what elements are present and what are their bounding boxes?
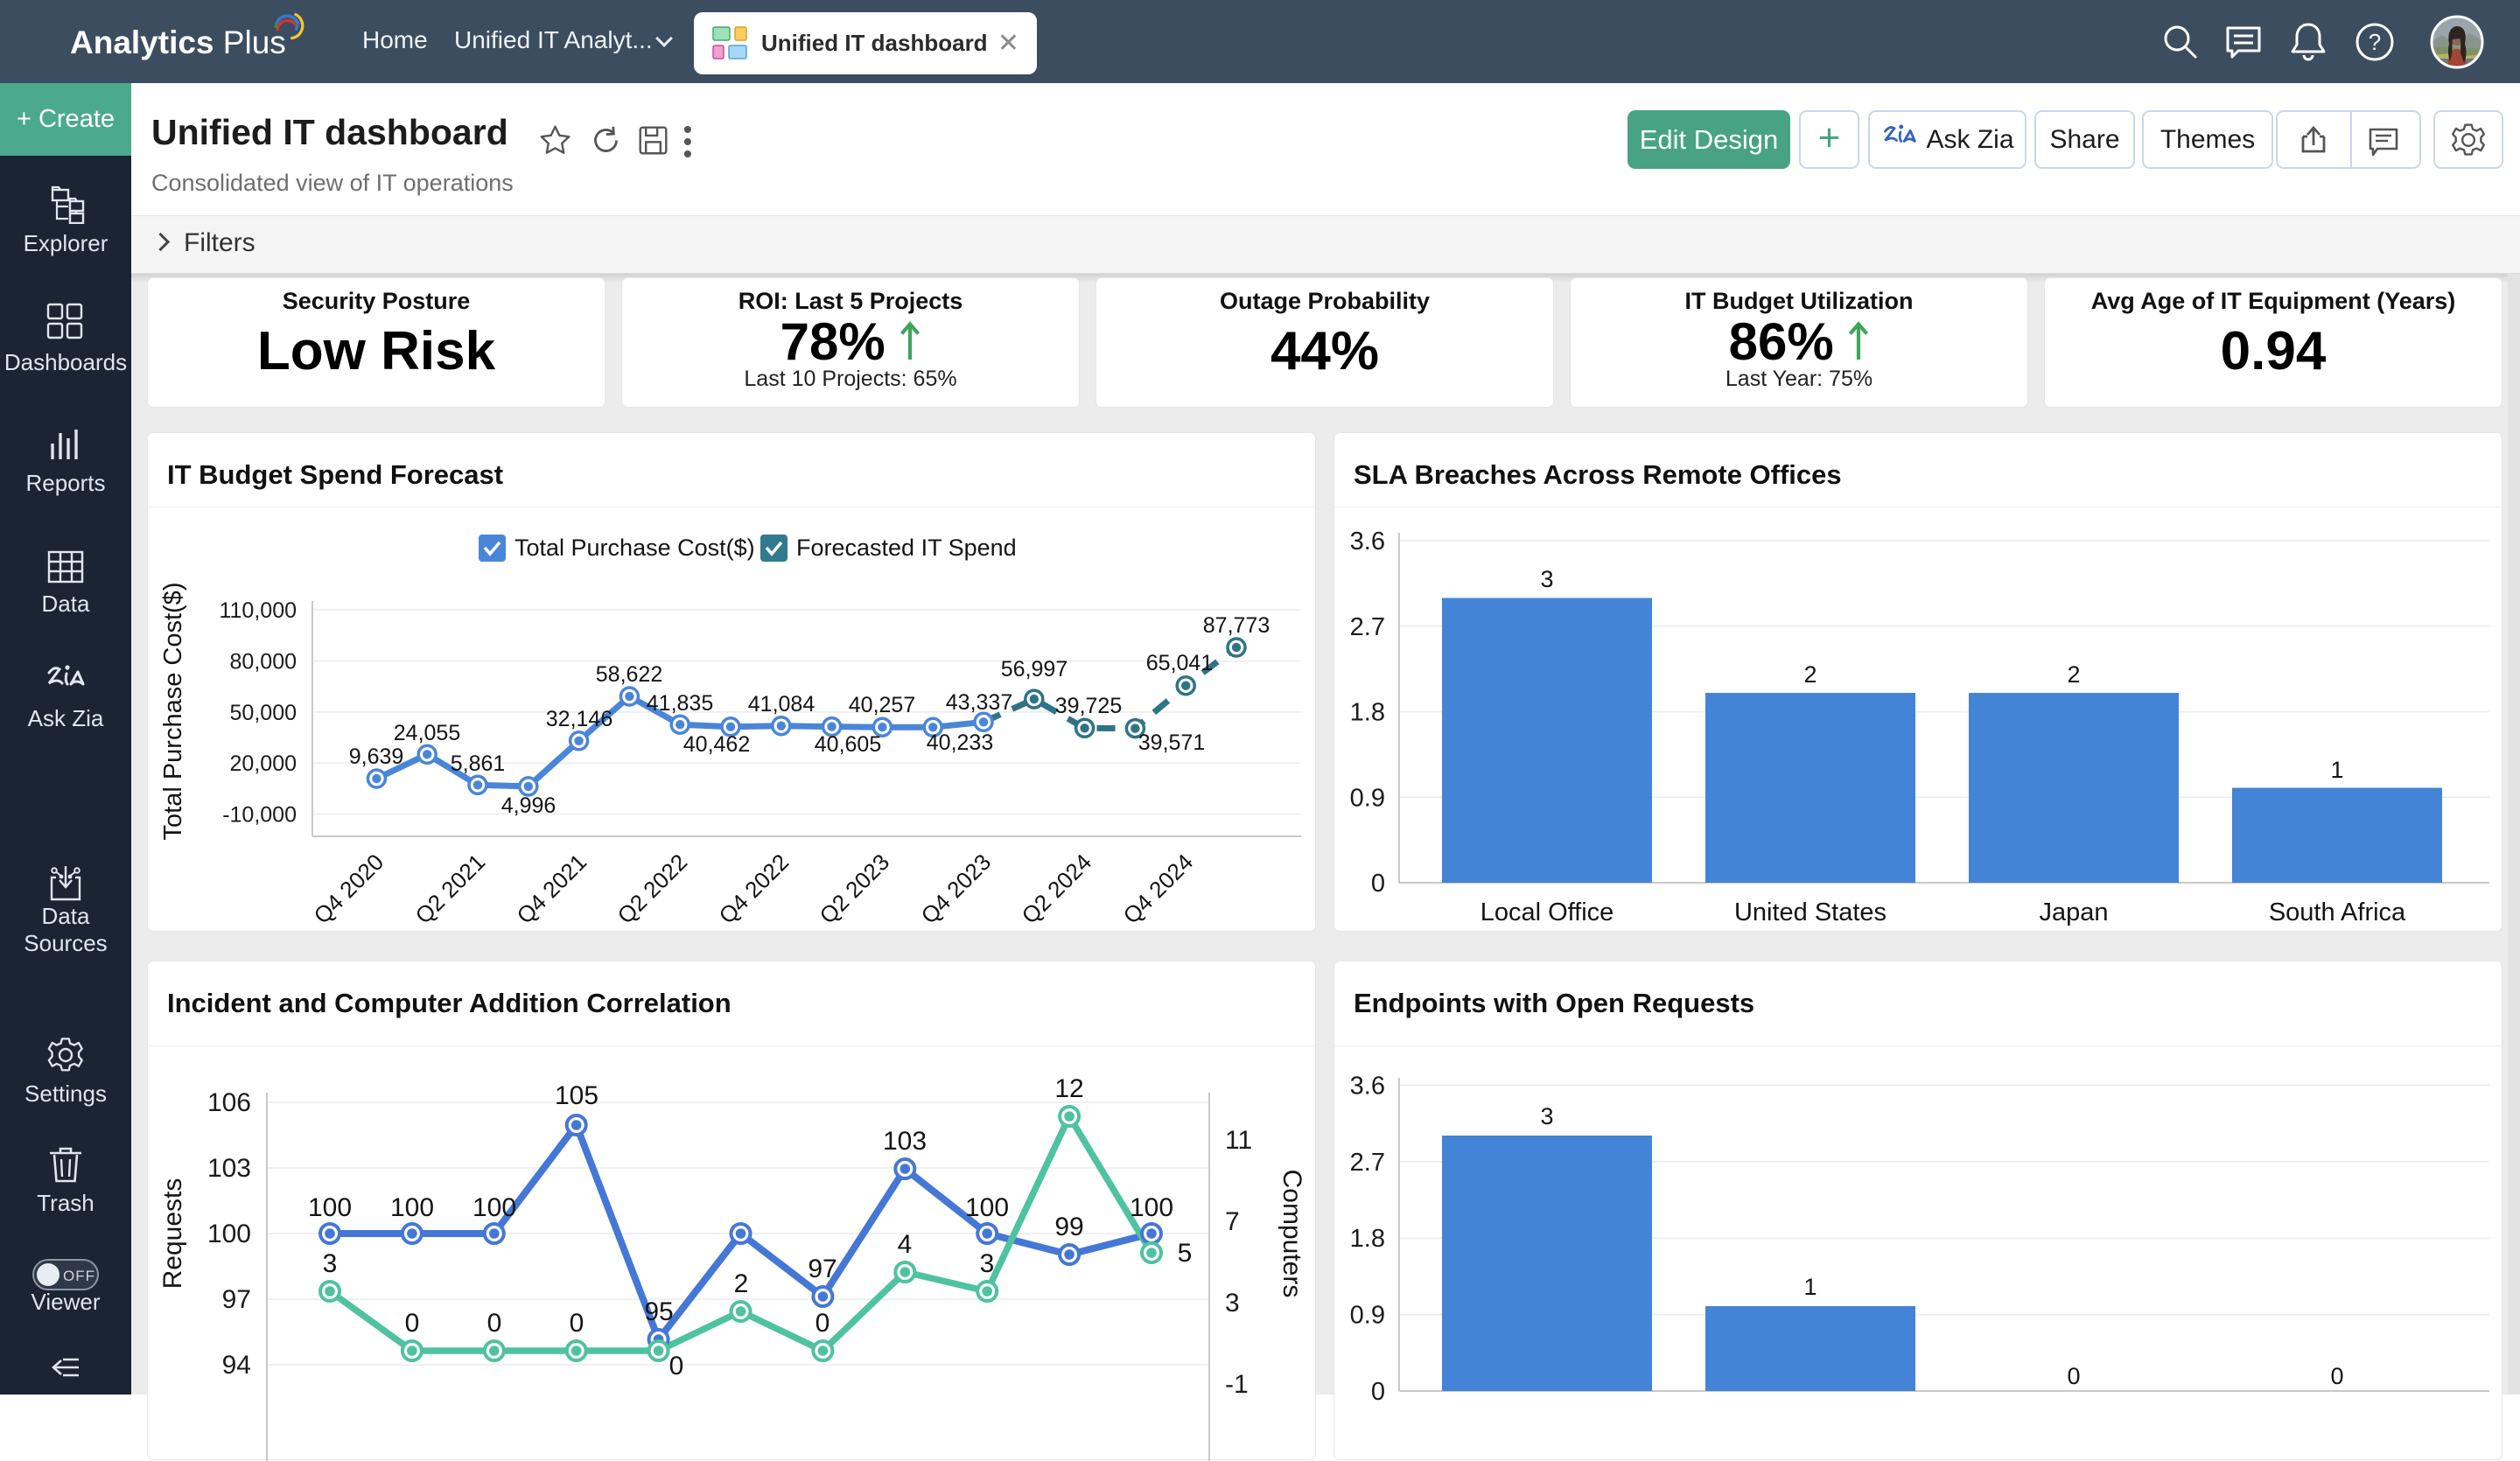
svg-text:Requests: Requests (158, 1178, 187, 1290)
svg-text:20,000: 20,000 (230, 751, 297, 776)
svg-text:1: 1 (2330, 757, 2343, 783)
svg-text:Q2 2021: Q2 2021 (410, 849, 490, 929)
svg-text:41,835: 41,835 (647, 691, 713, 716)
svg-text:99: 99 (1054, 1213, 1083, 1241)
svg-text:80,000: 80,000 (230, 650, 297, 675)
svg-text:97: 97 (808, 1255, 836, 1283)
svg-text:0: 0 (570, 1309, 584, 1338)
svg-text:Q4 2020: Q4 2020 (308, 849, 388, 929)
svg-text:0: 0 (487, 1309, 502, 1338)
svg-text:Forecasted IT Spend: Forecasted IT Spend (796, 535, 1017, 561)
svg-text:Q2 2023: Q2 2023 (814, 849, 894, 929)
svg-text:Japan: Japan (2039, 898, 2108, 926)
svg-text:40,462: 40,462 (683, 732, 750, 757)
svg-text:0: 0 (2067, 1363, 2080, 1389)
svg-text:Q2 2022: Q2 2022 (612, 849, 692, 929)
svg-text:0: 0 (2330, 1363, 2343, 1389)
svg-text:3: 3 (980, 1249, 995, 1278)
svg-text:58,622: 58,622 (596, 662, 662, 687)
svg-text:5,861: 5,861 (451, 751, 506, 776)
svg-text:?: ? (2369, 29, 2381, 55)
svg-text:0: 0 (816, 1309, 830, 1338)
svg-text:100: 100 (390, 1193, 434, 1222)
svg-text:United States: United States (1734, 898, 1886, 926)
svg-text:87,773: 87,773 (1203, 613, 1270, 638)
svg-text:0: 0 (1371, 1378, 1385, 1406)
svg-text:0: 0 (405, 1309, 420, 1338)
svg-text:9,639: 9,639 (349, 744, 404, 769)
svg-text:Q4 2024: Q4 2024 (1117, 849, 1198, 929)
svg-text:40,257: 40,257 (849, 693, 915, 717)
svg-text:100: 100 (308, 1193, 352, 1222)
svg-text:1.8: 1.8 (1350, 699, 1385, 727)
svg-text:-10,000: -10,000 (222, 803, 297, 828)
svg-text:4: 4 (898, 1230, 913, 1259)
svg-text:Total Purchase Cost($): Total Purchase Cost($) (159, 583, 187, 841)
svg-text:110,000: 110,000 (219, 598, 297, 623)
svg-text:Local Office: Local Office (1480, 898, 1614, 926)
svg-text:1.8: 1.8 (1350, 1225, 1385, 1253)
svg-text:5: 5 (1178, 1239, 1193, 1268)
svg-text:3.6: 3.6 (1350, 528, 1385, 556)
svg-text:4,996: 4,996 (501, 793, 556, 818)
svg-text:94: 94 (222, 1351, 251, 1380)
svg-text:Computers: Computers (1278, 1170, 1306, 1298)
svg-text:2: 2 (2067, 661, 2080, 688)
svg-text:7: 7 (1225, 1207, 1240, 1236)
svg-text:Q2 2024: Q2 2024 (1016, 849, 1096, 929)
svg-text:56,997: 56,997 (1001, 657, 1068, 682)
svg-text:43,337: 43,337 (946, 690, 1012, 715)
svg-text:24,055: 24,055 (394, 721, 460, 745)
svg-text:0: 0 (1371, 870, 1385, 898)
svg-text:39,725: 39,725 (1055, 694, 1122, 718)
svg-text:3: 3 (323, 1249, 338, 1278)
svg-text:-1: -1 (1225, 1370, 1249, 1399)
svg-text:65,041: 65,041 (1146, 651, 1213, 675)
svg-text:2: 2 (734, 1269, 749, 1298)
svg-text:Total Purchase Cost($): Total Purchase Cost($) (514, 535, 755, 561)
svg-text:3: 3 (1225, 1289, 1240, 1318)
svg-text:100: 100 (1130, 1193, 1173, 1222)
svg-text:95: 95 (644, 1297, 673, 1326)
svg-text:0.9: 0.9 (1350, 784, 1385, 812)
svg-text:100: 100 (207, 1220, 251, 1248)
svg-text:103: 103 (883, 1127, 927, 1156)
svg-text:2: 2 (1803, 661, 1816, 688)
svg-text:39,571: 39,571 (1138, 730, 1205, 755)
svg-text:100: 100 (965, 1193, 1009, 1222)
svg-text:50,000: 50,000 (230, 701, 297, 725)
svg-text:0.9: 0.9 (1350, 1302, 1385, 1330)
svg-text:2.7: 2.7 (1350, 1149, 1385, 1177)
svg-text:40,233: 40,233 (927, 730, 993, 755)
svg-text:1: 1 (1803, 1274, 1816, 1300)
svg-text:Q4 2022: Q4 2022 (713, 849, 794, 929)
svg-text:3: 3 (1540, 566, 1553, 592)
svg-text:103: 103 (207, 1154, 251, 1183)
svg-text:106: 106 (207, 1088, 251, 1117)
svg-text:South Africa: South Africa (2269, 898, 2406, 926)
svg-text:100: 100 (472, 1193, 516, 1222)
svg-text:105: 105 (555, 1081, 598, 1110)
svg-text:3.6: 3.6 (1350, 1073, 1385, 1101)
svg-text:12: 12 (1054, 1074, 1083, 1103)
svg-text:32,146: 32,146 (546, 707, 612, 731)
svg-text:Q4 2021: Q4 2021 (511, 849, 592, 929)
svg-text:3: 3 (1540, 1103, 1553, 1129)
svg-text:11: 11 (1225, 1126, 1252, 1155)
svg-text:97: 97 (222, 1285, 251, 1314)
svg-text:2.7: 2.7 (1350, 613, 1385, 641)
svg-text:0: 0 (669, 1352, 684, 1381)
svg-text:40,605: 40,605 (815, 732, 881, 757)
svg-text:Q4 2023: Q4 2023 (915, 849, 996, 929)
svg-text:41,084: 41,084 (748, 692, 816, 717)
